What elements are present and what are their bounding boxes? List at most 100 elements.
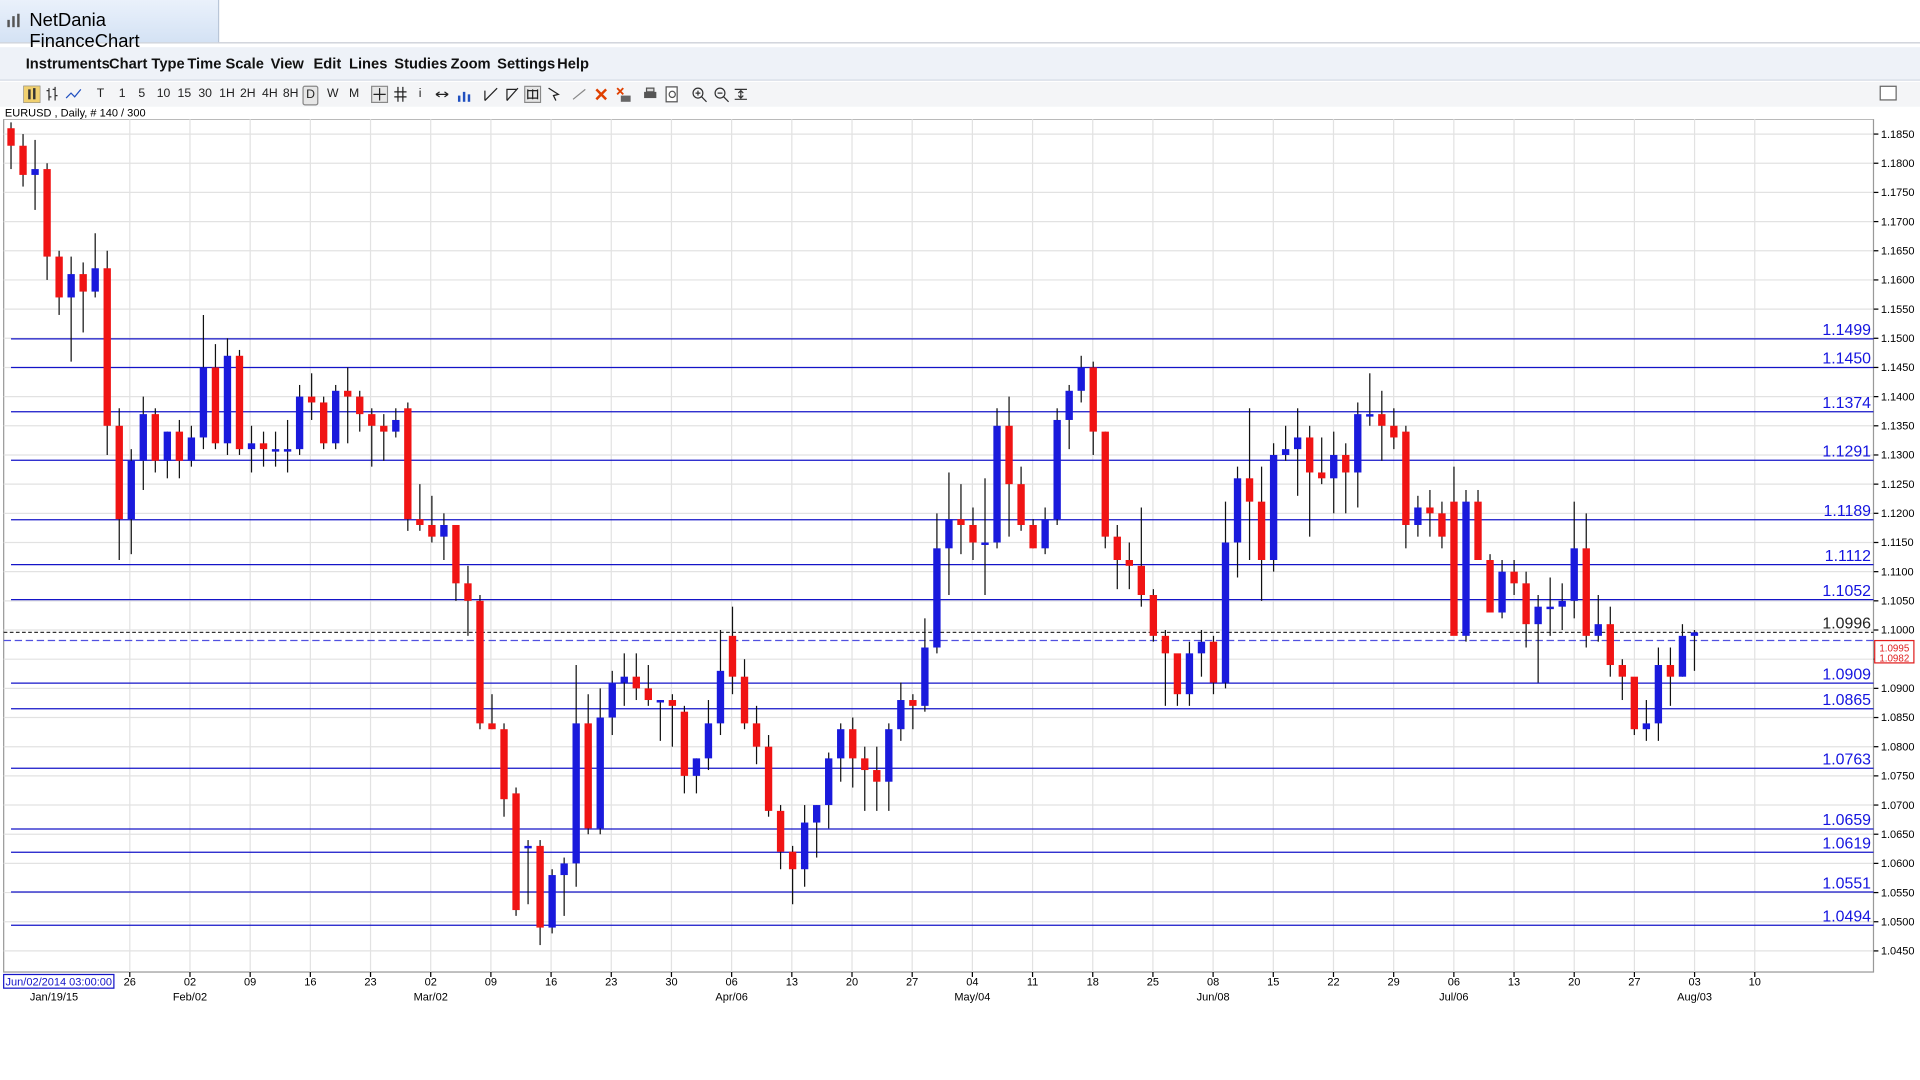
y-tick-label: 1.1500 (1881, 333, 1915, 345)
menu-zoom[interactable]: Zoom (451, 55, 491, 72)
channel-icon[interactable] (524, 85, 542, 104)
tf-8h[interactable]: 8H (283, 86, 299, 103)
menu-view[interactable]: View (271, 55, 304, 72)
trendline-icon[interactable] (482, 86, 499, 103)
candle-body (1390, 425, 1398, 438)
x-tick-label: 23 (605, 977, 617, 989)
candle-body (740, 676, 749, 724)
zoom-in-icon[interactable] (691, 86, 708, 103)
x-tick-label: 20 (846, 977, 858, 989)
candle-body (608, 682, 616, 718)
fit-icon[interactable] (732, 86, 749, 103)
ohlc-bar-icon[interactable] (45, 86, 60, 103)
x-tick-label: 15 (1267, 977, 1279, 989)
candle-body (800, 822, 809, 870)
plot-area (3, 119, 1875, 973)
y-tick-label: 1.0800 (1881, 741, 1915, 753)
delete-all-icon[interactable] (615, 86, 632, 103)
x-tick-label: 09 (244, 977, 256, 989)
candle-body (235, 355, 244, 450)
print-preview-icon[interactable] (664, 86, 681, 103)
menu-lines[interactable]: Lines (349, 55, 387, 72)
fibonacci-icon[interactable] (503, 86, 520, 103)
candle-body (416, 519, 424, 525)
tf-tick[interactable]: T (97, 86, 104, 103)
candle-body (1149, 595, 1158, 636)
menu-edit[interactable]: Edit (313, 55, 341, 72)
last-price-value-2: 1.0982 (1879, 654, 1909, 665)
tf-4h[interactable]: 4H (262, 86, 278, 103)
candle-body (307, 396, 316, 403)
candle-body (139, 414, 147, 461)
tf-5m[interactable]: 5 (138, 86, 145, 103)
x-tick-label: 02 (184, 977, 196, 989)
x-tick-label: 03 (1688, 977, 1700, 989)
x-month-label: Feb/02 (173, 992, 207, 1004)
candle-body (1486, 559, 1494, 613)
menu-bar: Instruments Chart Type Time Scale View E… (0, 47, 1920, 81)
print-icon[interactable] (642, 86, 659, 103)
info-icon[interactable]: i (419, 86, 422, 103)
candle-body (332, 390, 340, 444)
candle-body (861, 758, 869, 771)
tf-daily[interactable]: D (302, 85, 319, 106)
candle-body (1522, 583, 1530, 625)
cursor-icon[interactable] (546, 86, 561, 103)
line-chart-icon[interactable] (65, 86, 82, 103)
delete-icon[interactable] (594, 86, 609, 103)
candle-body (1318, 472, 1326, 479)
candle-body (969, 524, 977, 543)
tf-10m[interactable]: 10 (157, 86, 171, 103)
candle-body (512, 793, 520, 911)
candle-body (31, 169, 39, 175)
candle-body (440, 524, 448, 537)
candle-body (1281, 449, 1290, 455)
price-chart[interactable]: 1.1499 1.1450 1.1374 1.1291 1.1189 1.1112 1.10… (0, 119, 1920, 1013)
candle-body (1342, 454, 1350, 473)
candle-body (1113, 536, 1121, 560)
tf-15m[interactable]: 15 (178, 86, 192, 103)
candle-body (596, 717, 604, 829)
grid-icon[interactable] (393, 86, 408, 103)
candle-body (981, 542, 989, 545)
candle-body (560, 863, 568, 876)
candle-body (1642, 723, 1651, 730)
candle-body (704, 723, 713, 759)
menu-help[interactable]: Help (557, 55, 589, 72)
y-tick-label: 1.1200 (1881, 508, 1915, 520)
candle-body (1137, 565, 1146, 596)
menu-time-scale[interactable]: Time Scale (187, 55, 264, 72)
menu-studies[interactable]: Studies (394, 55, 447, 72)
candle-body (909, 700, 917, 706)
y-tick-label: 1.1800 (1881, 158, 1915, 170)
pan-icon[interactable] (435, 86, 450, 103)
current-price-label: 1.0996 (1822, 615, 1871, 633)
tf-monthly[interactable]: M (349, 86, 359, 103)
tf-1m[interactable]: 1 (119, 86, 126, 103)
y-tick-label: 1.1700 (1881, 216, 1915, 228)
x-month-label: Jan/19/15 (30, 992, 78, 1004)
price-axis: 1.1850 1.1800 1.1750 1.1700 1.1650 1.1600 1.15… (1873, 129, 1914, 958)
tf-weekly[interactable]: W (327, 86, 339, 103)
tf-30m[interactable]: 30 (198, 86, 212, 103)
x-tick-label: 23 (364, 977, 376, 989)
candle-body (91, 268, 99, 292)
candle-body (752, 723, 761, 747)
menu-settings[interactable]: Settings (497, 55, 555, 72)
draw-line-icon[interactable] (571, 86, 588, 103)
tf-1h[interactable]: 1H (219, 86, 235, 103)
tf-2h[interactable]: 2H (240, 86, 256, 103)
y-tick-label: 1.0550 (1881, 887, 1915, 899)
candle-body (668, 700, 677, 706)
volume-icon[interactable] (456, 86, 473, 103)
zoom-out-icon[interactable] (713, 86, 730, 103)
crosshair-icon[interactable] (371, 85, 389, 104)
candlestick-type-icon[interactable] (23, 85, 41, 104)
app-tab[interactable]: NetDania FinanceChart (0, 0, 220, 52)
candle-body (1017, 484, 1025, 525)
level-label: 1.0659 (1822, 811, 1871, 829)
candle-body (993, 425, 1001, 543)
menu-chart-type[interactable]: Chart Type (109, 55, 185, 72)
menu-instruments[interactable]: Instruments (26, 55, 110, 72)
panel-toggle-icon[interactable] (1879, 85, 1897, 101)
